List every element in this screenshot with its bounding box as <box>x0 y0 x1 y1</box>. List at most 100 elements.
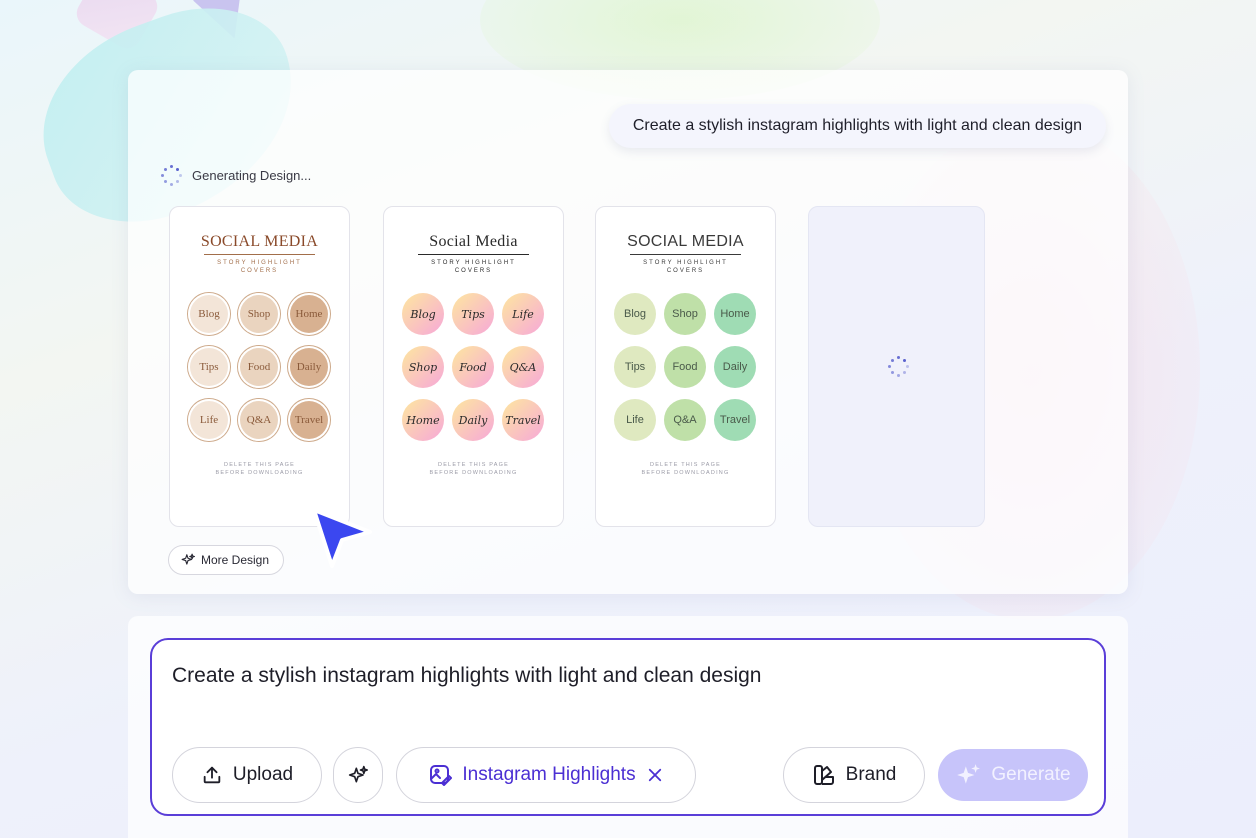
card-title: SOCIAL MEDIA <box>200 233 319 250</box>
highlight-circle: Daily <box>452 399 494 441</box>
highlight-circle: Shop <box>238 293 280 335</box>
highlight-grid: Blog Tips Life Shop Food Q&A Home Daily Travel <box>402 293 548 441</box>
more-design-button[interactable]: More Design <box>168 545 285 575</box>
cursor-pointer-icon <box>314 510 372 568</box>
highlight-circle: Home <box>288 293 330 335</box>
card-divider <box>418 254 529 255</box>
card-footer-line: BEFORE DOWNLOADING <box>641 470 730 476</box>
spinner-dot <box>161 174 164 177</box>
generate-label: Generate <box>991 764 1071 785</box>
more-design-label: More Design <box>201 553 270 567</box>
highlight-circle: Q&A <box>502 346 544 388</box>
highlight-circle: Travel <box>714 399 756 441</box>
spinner-dot <box>176 167 180 171</box>
highlight-grid: Blog Shop Home Tips Food Daily Life Q&A Travel <box>614 293 760 441</box>
card-subtitle: STORY HIGHLIGHT COVERS <box>170 259 349 275</box>
card-subtitle-line: COVERS <box>454 268 493 274</box>
highlight-circle: Food <box>238 346 280 388</box>
generating-status: Generating Design... <box>160 164 311 186</box>
design-card-1[interactable]: SOCIAL MEDIA STORY HIGHLIGHT COVERS Blog Sho… <box>169 206 350 527</box>
spinner-dot <box>170 183 173 186</box>
spinner-dot <box>903 371 907 375</box>
highlight-circle: Travel <box>502 399 544 441</box>
card-title: SOCIAL MEDIA <box>627 233 744 250</box>
spinner-dot <box>163 180 167 184</box>
spinner-dot <box>888 365 891 368</box>
highlight-circle: Blog <box>402 293 444 335</box>
highlight-circle: Shop <box>664 293 706 335</box>
template-chip[interactable]: Instagram Highlights <box>396 747 696 803</box>
prompt-input[interactable]: Create a stylish instagram highlights wi… <box>172 664 762 688</box>
brand-label: Brand <box>845 764 897 785</box>
design-card-2[interactable]: Social Media STORY HIGHLIGHT COVERS Blog Tip… <box>383 206 564 527</box>
highlight-circle: Travel <box>288 399 330 441</box>
highlight-circle: Food <box>452 346 494 388</box>
brand-palette-icon <box>813 765 834 785</box>
card-footer-line: BEFORE DOWNLOADING <box>429 470 518 476</box>
highlight-circle: Home <box>714 293 756 335</box>
sparkle-icon <box>957 764 981 784</box>
highlight-circle: Q&A <box>664 399 706 441</box>
highlight-circle: Q&A <box>238 399 280 441</box>
card-title: Social Media <box>429 233 518 250</box>
highlight-grid: Blog Shop Home Tips Food Daily Life Q&A Travel <box>188 293 334 441</box>
spinner-dot <box>890 358 894 362</box>
spinner-dot <box>897 356 900 359</box>
highlight-circle: Food <box>664 346 706 388</box>
card-subtitle-line: STORY HIGHLIGHT <box>643 260 728 266</box>
card-subtitle-line: STORY HIGHLIGHT <box>217 260 302 266</box>
highlight-circle: Tips <box>614 346 656 388</box>
spinner-dot <box>176 180 180 184</box>
template-chip-label: Instagram Highlights <box>462 764 636 785</box>
status-text: Generating Design... <box>192 167 312 183</box>
highlight-circle: Blog <box>188 293 230 335</box>
generate-button[interactable]: Generate <box>938 749 1088 801</box>
highlight-circle: Home <box>402 399 444 441</box>
spinner-dot <box>906 365 909 368</box>
card-footer-line: DELETE THIS PAGE <box>650 462 721 468</box>
card-footer: DELETE THIS PAGE BEFORE DOWNLOADING <box>384 461 563 477</box>
spinner-dot <box>890 371 894 375</box>
results-panel: Create a stylish instagram highlights wi… <box>128 70 1128 594</box>
loading-spinner-icon <box>160 164 182 186</box>
brand-button[interactable]: Brand <box>783 747 925 803</box>
user-prompt-bubble: Create a stylish instagram highlights wi… <box>608 104 1106 148</box>
card-footer-line: DELETE THIS PAGE <box>438 462 509 468</box>
highlight-circle: Life <box>502 293 544 335</box>
card-footer-line: BEFORE DOWNLOADING <box>215 470 304 476</box>
loading-spinner-icon <box>887 355 909 377</box>
card-footer-line: DELETE THIS PAGE <box>224 462 295 468</box>
spinner-dot <box>170 165 173 168</box>
upload-icon <box>203 766 221 784</box>
highlight-circle: Daily <box>714 346 756 388</box>
highlight-circle: Tips <box>452 293 494 335</box>
card-subtitle: STORY HIGHLIGHT COVERS <box>596 259 775 275</box>
card-footer: DELETE THIS PAGE BEFORE DOWNLOADING <box>596 461 775 477</box>
card-subtitle: STORY HIGHLIGHT COVERS <box>384 259 563 275</box>
card-divider <box>630 254 741 255</box>
prompt-input-box[interactable]: Create a stylish instagram highlights wi… <box>150 638 1106 816</box>
highlight-circle: Life <box>188 399 230 441</box>
sparkle-icon <box>348 765 368 783</box>
highlight-circle: Tips <box>188 346 230 388</box>
card-subtitle-line: COVERS <box>240 268 279 274</box>
upload-button[interactable]: Upload <box>172 747 322 803</box>
card-divider <box>204 254 315 255</box>
magic-button[interactable] <box>333 747 383 803</box>
highlight-circle: Daily <box>288 346 330 388</box>
spinner-dot <box>179 174 182 177</box>
close-icon[interactable] <box>646 766 664 784</box>
upload-label: Upload <box>232 764 294 785</box>
highlight-circle: Shop <box>402 346 444 388</box>
card-footer: DELETE THIS PAGE BEFORE DOWNLOADING <box>170 461 349 477</box>
design-card-3[interactable]: SOCIAL MEDIA STORY HIGHLIGHT COVERS Blog Sho… <box>595 206 776 527</box>
spinner-dot <box>163 167 167 171</box>
spinner-dot <box>903 358 907 362</box>
highlight-circle: Life <box>614 399 656 441</box>
image-edit-icon <box>430 765 453 786</box>
card-subtitle-line: COVERS <box>666 268 705 274</box>
highlight-circle: Blog <box>614 293 656 335</box>
spinner-dot <box>897 374 900 377</box>
card-subtitle-line: STORY HIGHLIGHT <box>431 260 516 266</box>
prompt-panel: Create a stylish instagram highlights wi… <box>128 616 1128 838</box>
